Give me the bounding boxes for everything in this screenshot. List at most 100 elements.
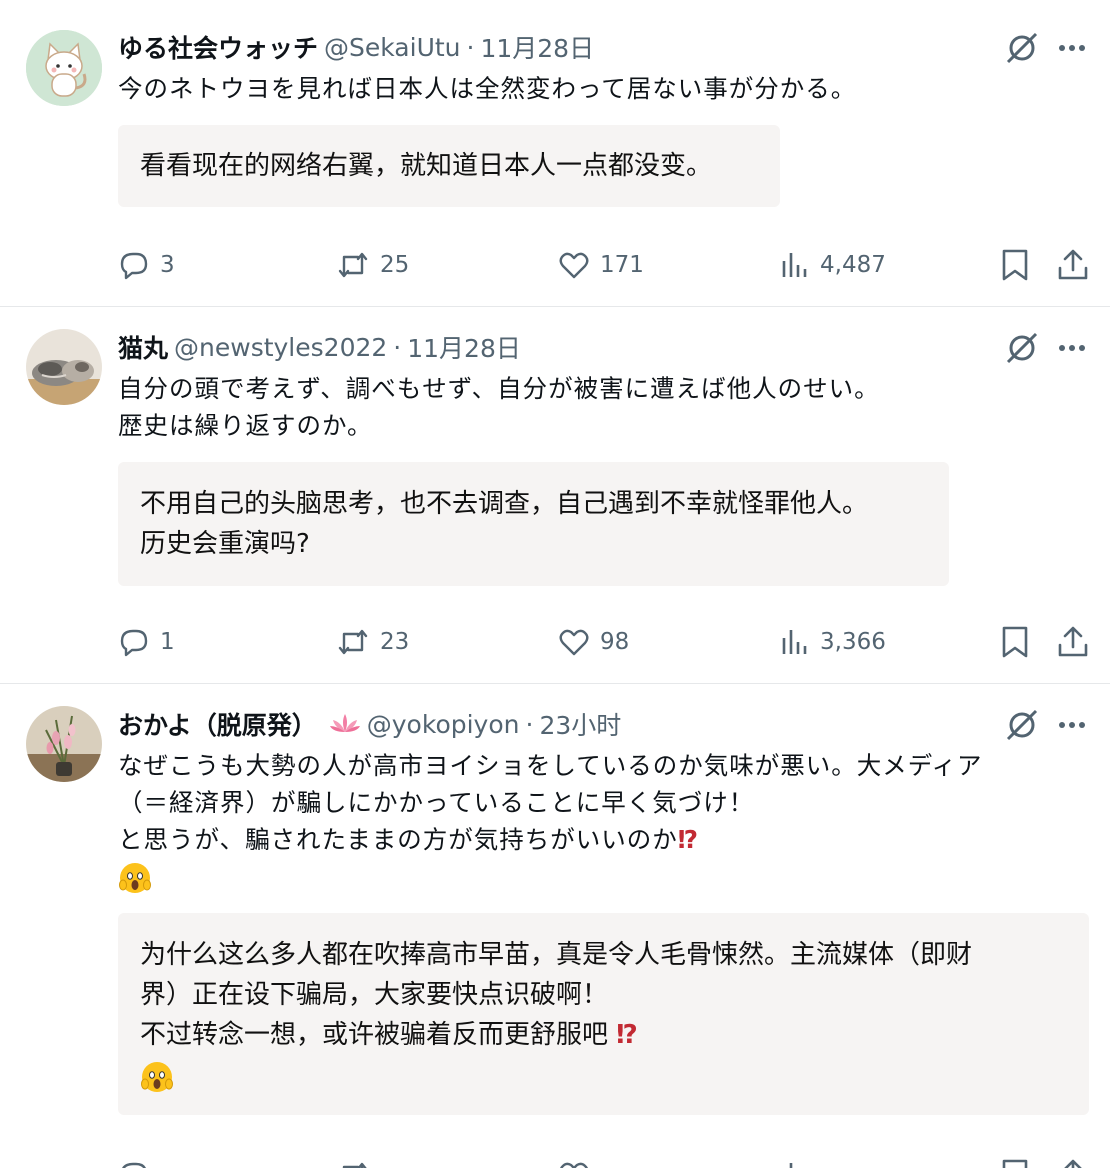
translation-line: 看看现在的网络右翼，就知道日本人一点都没变。 [140, 151, 713, 181]
exclamation-question-emoji: ⁉ [616, 1020, 638, 1050]
author-handle[interactable]: @yokopiyon [367, 710, 520, 739]
post-header: おかよ（脱原発） @yokopiyon · 23小时 [118, 706, 621, 742]
post-header: 猫丸 @newstyles2022 · 11月28日 [118, 329, 521, 365]
reply-icon [120, 629, 148, 657]
translation-line: 界）正在设下骗局，大家要快点识破啊！ [140, 980, 609, 1010]
avatar-cat[interactable] [26, 30, 102, 106]
post-text: 今のネトウヨを見れば日本人は全然変わって居ない事が分かる。 [118, 70, 856, 107]
bookmark-icon [1002, 249, 1028, 281]
post-text-line: （＝経済界）が騙しにかかっていることに早く気づけ！ [118, 788, 755, 817]
separator-dot: · [466, 32, 475, 62]
more-icon[interactable] [1054, 330, 1090, 366]
bookmark-button[interactable] [1000, 245, 1040, 285]
post-text-line: と思うが、騙されたままの方が気持ちがいいのか⁉ [118, 821, 983, 858]
bookmark-button[interactable] [1000, 622, 1040, 662]
author-name[interactable]: 猫丸 [118, 329, 168, 365]
views-icon [782, 630, 807, 654]
grok-icon[interactable] [1004, 30, 1040, 66]
bookmark-icon [1002, 1159, 1028, 1168]
flowers-avatar-icon [26, 706, 102, 782]
scream-emoji-icon [140, 1060, 174, 1094]
translation-box: 为什么这么多人都在吹捧高市早苗，真是令人毛骨悚然。主流媒体（即财 界）正在设下骗… [118, 913, 1089, 1115]
exclamation-question-emoji: ⁉ [677, 825, 700, 854]
post-1[interactable]: ゆる社会ウォッチ @SekaiUtu · 11月28日 今のネトウヨを見れば日本… [0, 0, 1110, 307]
share-icon [1058, 249, 1088, 280]
cat-avatar-icon [26, 30, 102, 106]
translation-box: 不用自己的头脑思考，也不去调查，自己遇到不幸就怪罪他人。 历史会重演吗? [118, 462, 949, 586]
repost-button[interactable] [336, 1155, 380, 1168]
bookmark-button[interactable] [1000, 1155, 1040, 1168]
author-handle[interactable]: @SekaiUtu [324, 33, 461, 62]
more-icon[interactable] [1054, 707, 1090, 743]
share-button[interactable] [1056, 1155, 1100, 1168]
like-icon [559, 629, 589, 656]
translation-line: 不用自己的头脑思考，也不去调查，自己遇到不幸就怪罪他人。 [140, 489, 869, 519]
post-time[interactable]: 23小时 [539, 706, 621, 742]
reply-icon [120, 252, 148, 280]
share-button[interactable] [1056, 245, 1100, 285]
action-bar: 3 25 171 4,487 [0, 245, 1110, 285]
separator-dot: · [525, 709, 534, 739]
separator-dot: · [393, 332, 402, 362]
repost-button[interactable]: 25 [336, 245, 409, 285]
views-button[interactable]: 4,487 [780, 245, 886, 285]
action-bar [0, 1155, 1110, 1168]
post-text-line: 自分の頭で考えず、調べもせず、自分が被害に遭えば他人のせい。 [118, 374, 880, 403]
translation-line-content: 不过转念一想，或许被骗着反而更舒服吧 [140, 1020, 609, 1050]
like-icon [559, 252, 589, 279]
more-icon[interactable] [1054, 30, 1090, 66]
like-count: 171 [600, 252, 644, 278]
post-text-line: なぜこうも大勢の人が高市ヨイショをしているのか気味が悪い。大メディア [118, 751, 983, 780]
views-count: 4,487 [820, 252, 886, 278]
post-text-line: 歴史は繰り返すのか。 [118, 411, 373, 440]
like-icon [560, 1162, 588, 1168]
translation-line: 历史会重演吗? [140, 529, 310, 559]
share-button[interactable] [1056, 622, 1100, 662]
like-count: 98 [600, 629, 630, 655]
reply-button[interactable] [118, 1155, 160, 1168]
views-icon [789, 1163, 793, 1168]
share-icon [1058, 626, 1088, 657]
bookmark-icon [1002, 626, 1028, 658]
post-text: なぜこうも大勢の人が高市ヨイショをしているのか気味が悪い。大メディア （＝経済界… [118, 747, 983, 895]
avatar-flowers[interactable] [26, 706, 102, 782]
post-time[interactable]: 11月28日 [480, 29, 594, 65]
repost-icon [338, 629, 368, 655]
views-button[interactable] [780, 1155, 820, 1168]
like-button[interactable]: 98 [558, 622, 629, 662]
repost-button[interactable]: 23 [336, 622, 409, 662]
post-2[interactable]: 猫丸 @newstyles2022 · 11月28日 自分の頭で考えず、調べもせ… [0, 307, 1110, 684]
reply-icon [122, 1162, 146, 1168]
grok-icon[interactable] [1004, 707, 1040, 743]
author-name[interactable]: ゆる社会ウォッチ [118, 29, 318, 65]
post-3[interactable]: おかよ（脱原発） @yokopiyon · 23小时 なぜこうも大勢の人が高市ヨ… [0, 684, 1110, 1168]
repost-count: 23 [380, 629, 410, 655]
scream-emoji-icon [118, 861, 152, 895]
action-bar: 1 23 98 3,366 [0, 622, 1110, 662]
post-text: 自分の頭で考えず、調べもせず、自分が被害に遭えば他人のせい。 歴史は繰り返すのか… [118, 370, 880, 444]
views-count: 3,366 [820, 629, 886, 655]
repost-icon [342, 1162, 367, 1168]
translation-line: 为什么这么多人都在吹捧高市早苗，真是令人毛骨悚然。主流媒体（即财 [140, 940, 973, 970]
repost-count: 25 [380, 252, 410, 278]
reply-button[interactable]: 3 [118, 245, 175, 285]
views-icon [782, 253, 807, 277]
reply-button[interactable]: 1 [118, 622, 175, 662]
post-text-line: 今のネトウヨを見れば日本人は全然変わって居ない事が分かる。 [118, 74, 857, 103]
translation-line: 不过转念一想，或许被骗着反而更舒服吧 ⁉ [140, 1015, 1067, 1055]
like-button[interactable]: 171 [558, 245, 644, 285]
sleeping-cats-avatar-icon [26, 329, 102, 405]
author-name[interactable]: おかよ（脱原発） [118, 706, 317, 742]
post-text-line [118, 858, 983, 895]
avatar-sleeping-cats[interactable] [26, 329, 102, 405]
author-handle[interactable]: @newstyles2022 [174, 333, 387, 362]
grok-icon[interactable] [1004, 330, 1040, 366]
reply-count: 1 [160, 629, 175, 655]
post-header: ゆる社会ウォッチ @SekaiUtu · 11月28日 [118, 29, 594, 65]
translation-box: 看看现在的网络右翼，就知道日本人一点都没变。 [118, 125, 780, 207]
translation-line [140, 1055, 1067, 1095]
like-button[interactable] [558, 1155, 600, 1168]
post-time[interactable]: 11月28日 [407, 329, 521, 365]
post-text-line-content: と思うが、騙されたままの方が気持ちがいいのか [118, 825, 678, 854]
views-button[interactable]: 3,366 [780, 622, 886, 662]
